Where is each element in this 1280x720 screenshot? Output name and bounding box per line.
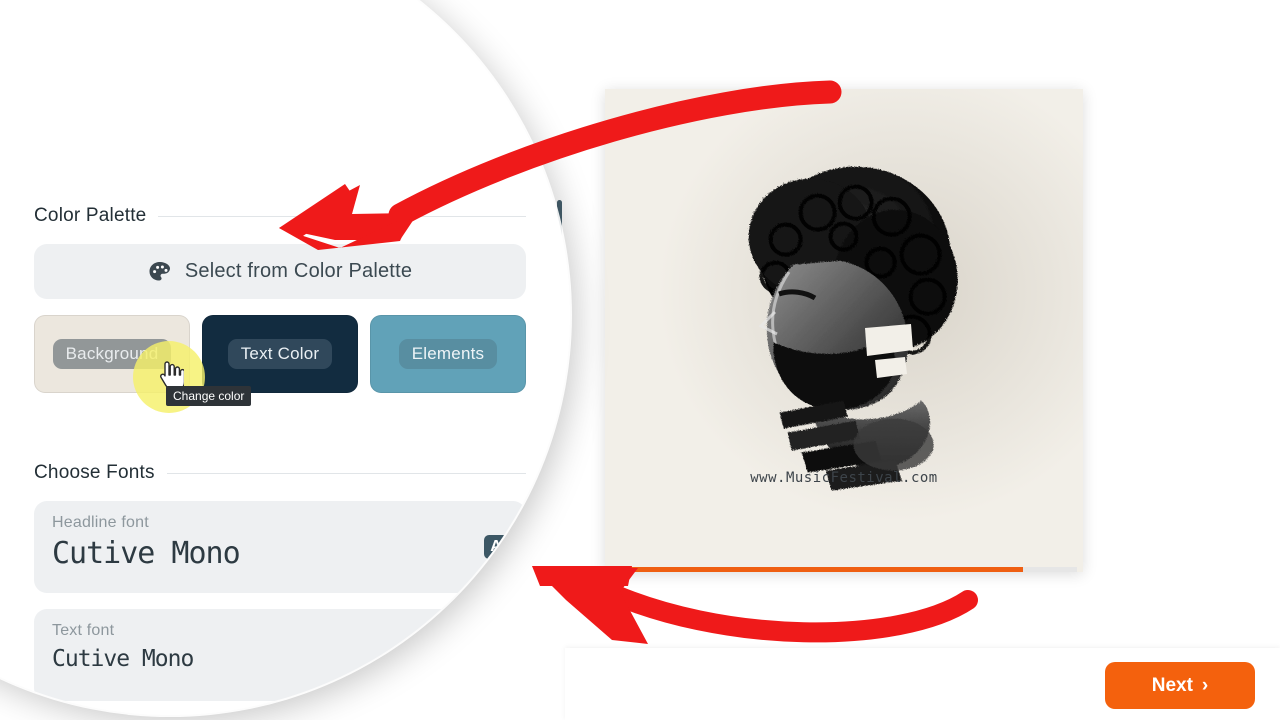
text-font-selector[interactable]: Text font Cutive Mono A xyxy=(34,609,526,701)
bottom-action-bar: Next › xyxy=(565,648,1280,720)
magnifier-lens: Color Palette Select from Color Palette xyxy=(0,0,570,715)
portrait-artwork xyxy=(748,166,957,490)
swatch-text-color[interactable]: Text Color xyxy=(202,315,358,393)
artboard-site-url: www.MusicFestival.com xyxy=(750,470,938,486)
color-palette-title: Color Palette xyxy=(34,205,147,226)
change-color-tooltip: Change color xyxy=(166,386,252,406)
canvas-progress-fill xyxy=(627,567,1023,572)
choose-fonts-section: Choose Fonts Headline font Cutive Mono A… xyxy=(34,462,526,701)
canvas-area: www.MusicFestival.com [1 Next › xyxy=(565,0,1280,720)
swatch-text-color-label: Text Color xyxy=(227,339,333,369)
select-color-palette-label: Select from Color Palette xyxy=(184,260,413,282)
text-font-label: Text font xyxy=(52,622,115,639)
swatch-elements[interactable]: Elements xyxy=(370,315,526,393)
headline-font-selector[interactable]: Headline font Cutive Mono A xyxy=(34,501,526,593)
font-a-icon[interactable]: A xyxy=(484,643,508,667)
magnified-panel-content: Color Palette Select from Color Palette xyxy=(0,0,565,715)
choose-fonts-heading: Choose Fonts xyxy=(34,462,526,484)
next-label: Next xyxy=(1151,674,1193,696)
swatch-elements-label: Elements xyxy=(398,339,498,369)
color-palette-section: Color Palette Select from Color Palette xyxy=(34,205,526,393)
headline-font-label: Headline font xyxy=(52,514,149,531)
select-color-palette-button[interactable]: Select from Color Palette xyxy=(34,244,526,299)
color-palette-heading: Color Palette xyxy=(34,205,526,227)
headline-font-value: Cutive Mono xyxy=(52,536,241,571)
text-font-value: Cutive Mono xyxy=(52,646,194,672)
next-button[interactable]: Next › xyxy=(1105,662,1255,709)
font-a-icon[interactable]: A xyxy=(484,535,508,559)
chevron-right-icon: › xyxy=(1201,674,1209,696)
artboard-preview[interactable]: www.MusicFestival.com xyxy=(605,89,1083,572)
magnifier-lens-inner: Color Palette Select from Color Palette xyxy=(0,0,570,715)
heading-rule xyxy=(166,472,526,474)
app-window: Editor BETA 1:1 9:16 16:9 ← Undo xyxy=(0,0,1280,720)
canvas-progress-track xyxy=(627,567,1077,572)
heading-rule xyxy=(158,215,526,217)
palette-icon xyxy=(149,261,170,280)
color-swatch-group: Background Text Color Elements xyxy=(34,315,526,393)
choose-fonts-title: Choose Fonts xyxy=(34,462,155,483)
